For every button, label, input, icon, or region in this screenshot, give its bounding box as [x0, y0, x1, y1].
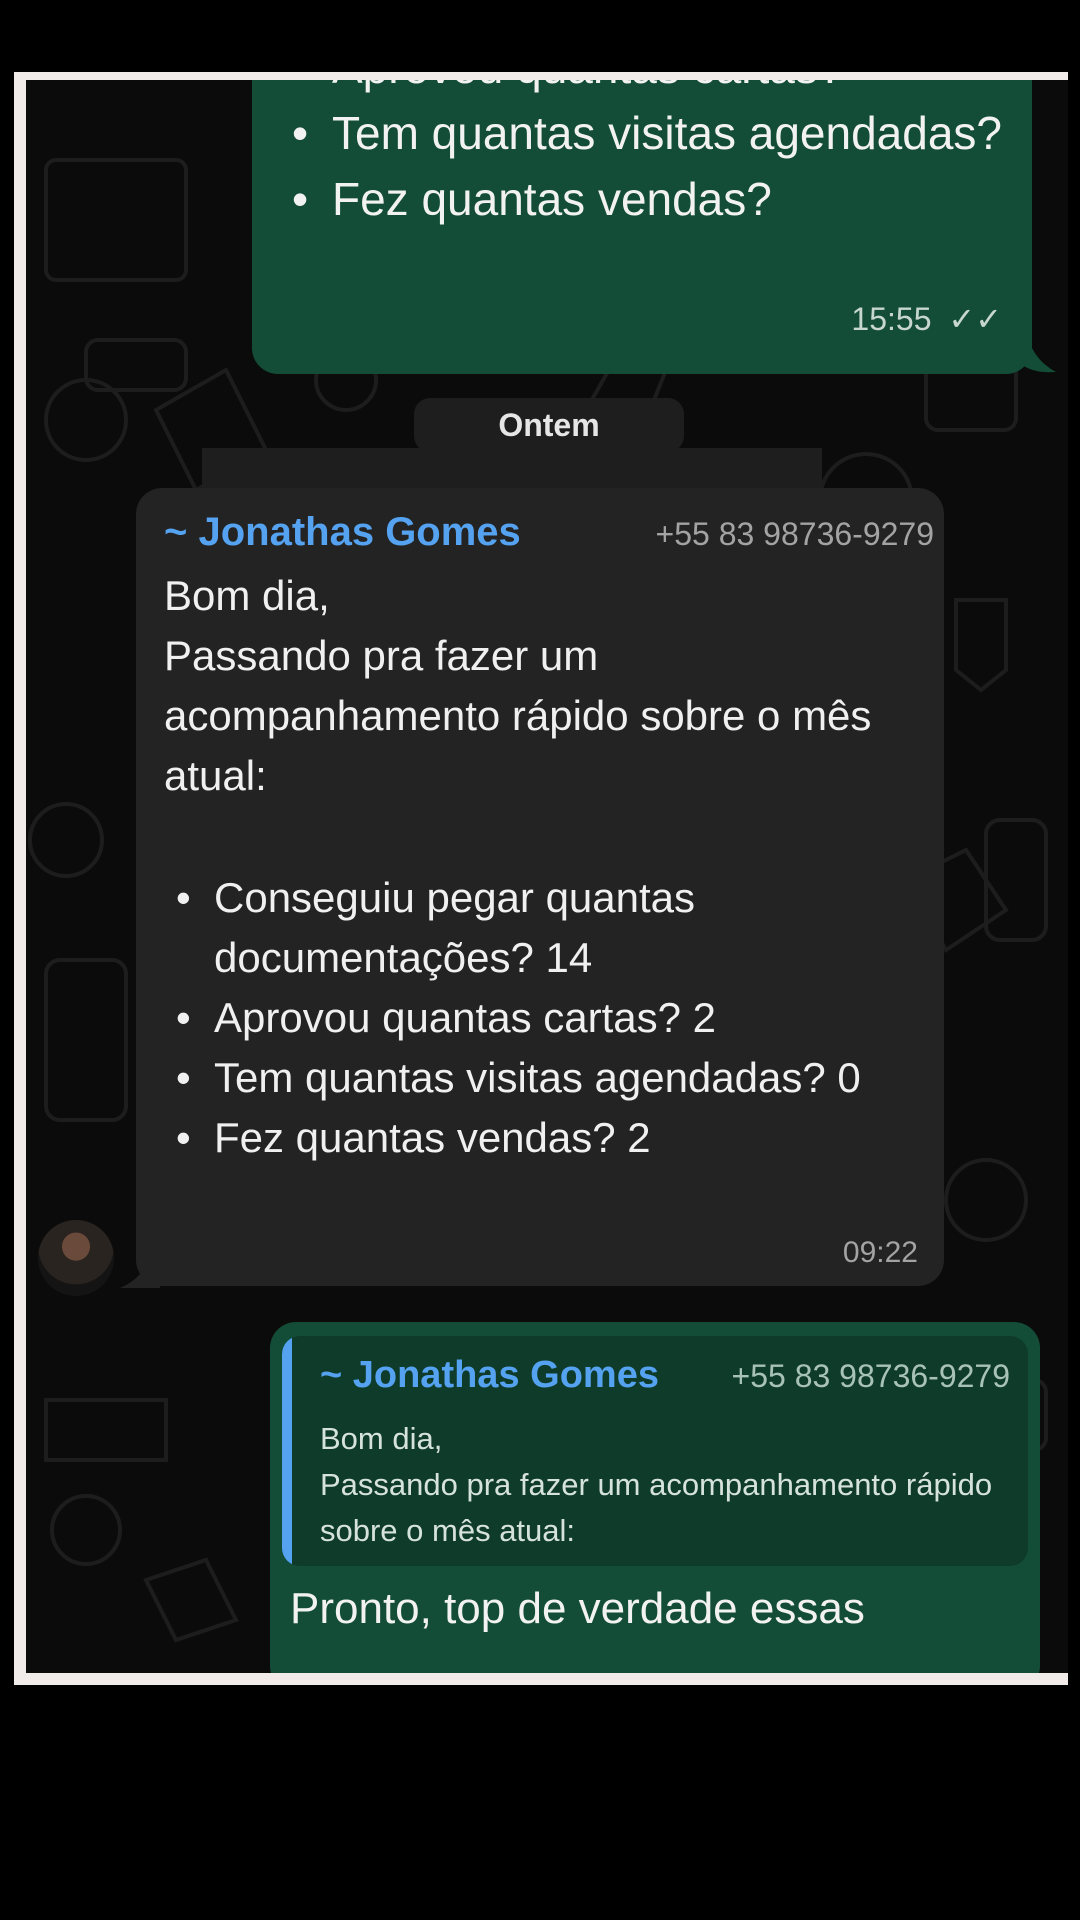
message-line: Passando pra fazer um acompanhamento ráp… — [164, 632, 872, 799]
list-item: Tem quantas visitas agendadas? — [292, 100, 1002, 166]
quote-accent-bar — [282, 1336, 292, 1566]
list-item: Aprovou quantas cartas? — [292, 80, 1002, 100]
incoming-message-bubble[interactable]: ~ Jonathas Gomes +55 83 98736-9279 Bom d… — [136, 488, 944, 1286]
sender-avatar[interactable] — [38, 1220, 114, 1296]
reply-message-bubble[interactable]: ~ Jonathas Gomes +55 83 98736-9279 Bom d… — [270, 1322, 1040, 1673]
sender-name[interactable]: ~ Jonathas Gomes — [164, 510, 521, 554]
quoted-line: Bom dia, — [320, 1421, 443, 1456]
timestamp-text: 15:55 — [851, 301, 932, 337]
quoted-message[interactable]: ~ Jonathas Gomes +55 83 98736-9279 Bom d… — [282, 1336, 1028, 1566]
message-timestamp: 15:55 ✓✓ — [851, 300, 1002, 338]
list-item: Tem quantas visitas agendadas? 0 — [164, 1048, 924, 1108]
list-item: Conseguiu pegar quantas documentações? 1… — [164, 868, 924, 988]
sender-header: ~ Jonathas Gomes +55 83 98736-9279 — [164, 510, 934, 566]
message-timestamp: 09:22 — [842, 1236, 918, 1269]
date-divider-backdrop — [202, 448, 822, 488]
message-list: Conseguiu pegar quantas documentações? 1… — [164, 868, 924, 1168]
chat-area[interactable]: Aprovou quantas cartas? Tem quantas visi… — [26, 80, 1068, 1673]
sender-phone[interactable]: +55 83 98736-9279 — [656, 516, 934, 553]
quoted-sender-phone: +55 83 98736-9279 — [731, 1358, 1010, 1394]
list-item: Aprovou quantas cartas? 2 — [164, 988, 924, 1048]
outgoing-question-list: Aprovou quantas cartas? Tem quantas visi… — [292, 80, 1002, 232]
quoted-sender-name: ~ Jonathas Gomes — [320, 1354, 659, 1396]
quoted-text: Bom dia, Passando pra fazer um acompanha… — [320, 1416, 1010, 1554]
message-text: Bom dia, Passando pra fazer um acompanha… — [164, 566, 924, 806]
message-line: Bom dia, — [164, 572, 330, 619]
reply-text: Pronto, top de verdade essas — [290, 1584, 865, 1633]
double-check-icon: ✓✓ — [948, 301, 1002, 337]
date-divider: Ontem — [414, 398, 684, 452]
quoted-line: Passando pra fazer um acompanhamento ráp… — [320, 1467, 993, 1548]
bubble-tail — [1016, 328, 1056, 373]
list-item: Fez quantas vendas? 2 — [164, 1108, 924, 1168]
list-item: Fez quantas vendas? — [292, 166, 1002, 232]
outgoing-message-bubble[interactable]: Aprovou quantas cartas? Tem quantas visi… — [252, 80, 1032, 374]
